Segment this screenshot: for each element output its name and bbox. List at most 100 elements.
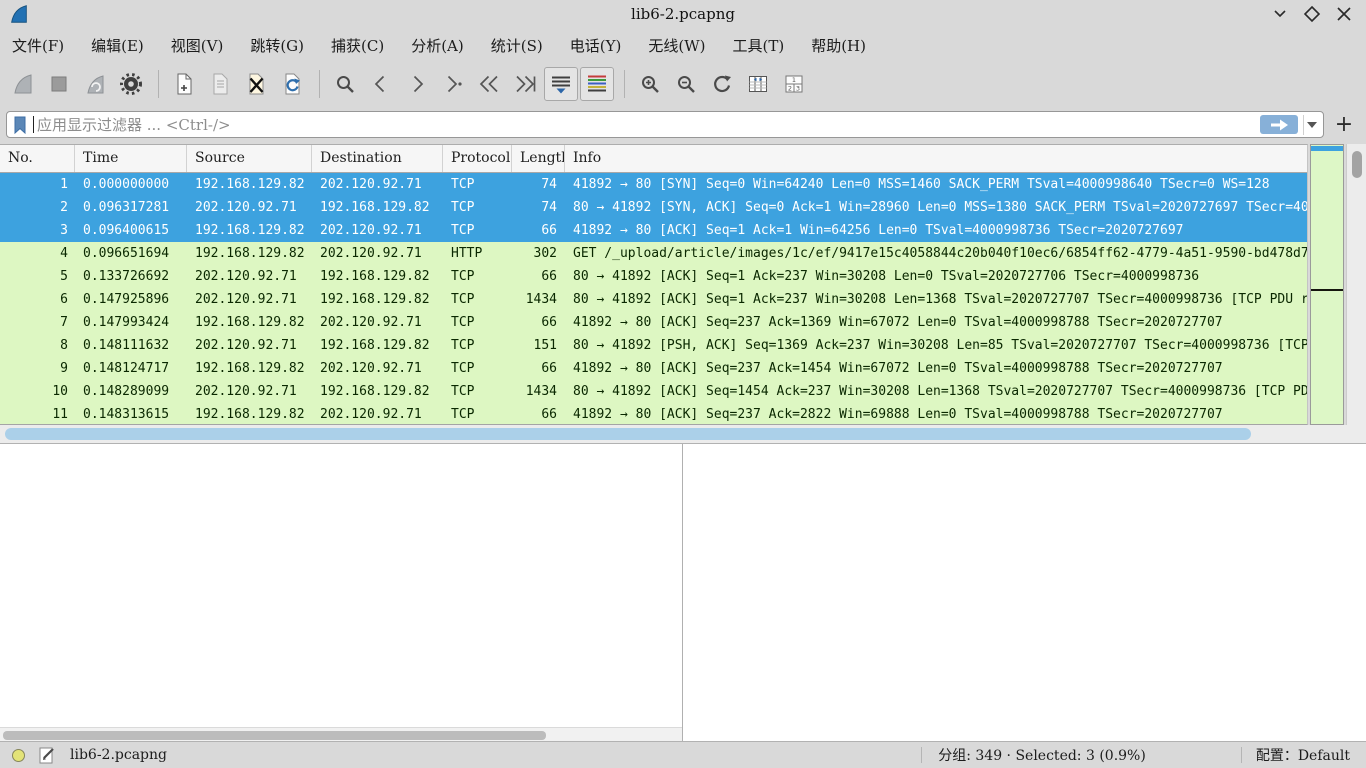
packet-row-2[interactable]: 20.096317281202.120.92.71192.168.129.82T… — [0, 196, 1307, 219]
column-header-proto[interactable]: Protocol — [443, 145, 512, 172]
display-filter-box[interactable] — [6, 111, 1324, 138]
menu-view[interactable]: 视图(V) — [171, 35, 224, 56]
stop-square-icon — [47, 72, 71, 96]
cell-dst: 202.120.92.71 — [312, 403, 443, 425]
add-filter-button[interactable]: + — [1330, 112, 1358, 138]
cell-src: 192.168.129.82 — [187, 219, 312, 242]
cell-proto: TCP — [443, 311, 512, 334]
horizontal-scrollbar[interactable] — [0, 425, 1366, 443]
packet-bytes-pane[interactable] — [684, 444, 1366, 742]
details-horizontal-scrollbar-thumb[interactable] — [3, 731, 546, 740]
minimize-button[interactable] — [1264, 1, 1296, 27]
intelligent-scrollbar-minimap[interactable] — [1310, 144, 1344, 425]
packet-row-7[interactable]: 70.147993424192.168.129.82202.120.92.71T… — [0, 311, 1307, 334]
maximize-button[interactable] — [1296, 1, 1328, 27]
colorize-button[interactable] — [580, 67, 614, 101]
zoom-in-button[interactable] — [633, 67, 667, 101]
packet-row-3[interactable]: 30.096400615192.168.129.82202.120.92.71T… — [0, 219, 1307, 242]
packet-list: No.TimeSourceDestinationProtocolLengthIn… — [0, 144, 1308, 425]
column-header-no[interactable]: No. — [0, 145, 75, 172]
cell-proto: TCP — [443, 219, 512, 242]
zoom-out-button[interactable] — [669, 67, 703, 101]
bookmark-icon[interactable] — [11, 115, 29, 135]
filter-dropdown-button[interactable] — [1303, 115, 1319, 135]
packet-row-1[interactable]: 10.000000000192.168.129.82202.120.92.71T… — [0, 173, 1307, 196]
column-header-dst[interactable]: Destination — [312, 145, 443, 172]
cell-len: 1434 — [512, 380, 565, 403]
details-horizontal-scrollbar[interactable] — [0, 727, 682, 742]
column-header-len[interactable]: Length — [512, 145, 565, 172]
cell-proto: TCP — [443, 380, 512, 403]
close-button[interactable] — [1328, 1, 1360, 27]
capture-options-button[interactable] — [114, 67, 148, 101]
start-capture-button[interactable] — [6, 67, 40, 101]
packet-row-6[interactable]: 60.147925896202.120.92.71192.168.129.82T… — [0, 288, 1307, 311]
reset-rotate-icon — [710, 72, 734, 96]
column-header-time[interactable]: Time — [75, 145, 187, 172]
restart-capture-button[interactable] — [78, 67, 112, 101]
packet-row-8[interactable]: 80.148111632202.120.92.71192.168.129.82T… — [0, 334, 1307, 357]
zoom-reset-button[interactable] — [705, 67, 739, 101]
status-profile[interactable]: 配置：Default — [1256, 745, 1350, 765]
menu-file[interactable]: 文件(F) — [12, 35, 64, 56]
cell-no: 6 — [0, 288, 75, 311]
go-first-button[interactable] — [472, 67, 506, 101]
menu-statistics[interactable]: 统计(S) — [491, 35, 543, 56]
display-filter-input[interactable] — [37, 114, 1260, 136]
vertical-scrollbar-thumb[interactable] — [1352, 151, 1362, 178]
menu-analyze[interactable]: 分析(A) — [411, 35, 464, 56]
expert-info-icon[interactable] — [12, 749, 25, 762]
menu-bar: 文件(F) 编辑(E) 视图(V) 跳转(G) 捕获(C) 分析(A) 统计(S) 电话(Y)… — [0, 28, 1366, 62]
menu-edit[interactable]: 编辑(E) — [91, 35, 144, 56]
chevron-left-icon — [369, 72, 393, 96]
reload-file-button[interactable] — [275, 67, 309, 101]
cell-info: 80 → 41892 [PSH, ACK] Seq=1369 Ack=237 W… — [565, 334, 1307, 357]
packet-row-11[interactable]: 110.148313615192.168.129.82202.120.92.71… — [0, 403, 1307, 425]
open-file-button[interactable] — [167, 67, 201, 101]
menu-tools[interactable]: 工具(T) — [732, 35, 784, 56]
status-separator — [1241, 747, 1242, 763]
packet-row-4[interactable]: 40.096651694192.168.129.82202.120.92.71H… — [0, 242, 1307, 265]
packet-row-5[interactable]: 50.133726692202.120.92.71192.168.129.82T… — [0, 265, 1307, 288]
menu-telephony[interactable]: 电话(Y) — [570, 35, 622, 56]
go-last-button[interactable] — [508, 67, 542, 101]
reload-document-icon — [280, 72, 304, 96]
caret-down-icon — [1307, 122, 1317, 128]
apply-filter-button[interactable] — [1260, 115, 1298, 134]
column-header-info[interactable]: Info — [565, 145, 1307, 172]
stop-capture-button[interactable] — [42, 67, 76, 101]
menu-capture[interactable]: 捕获(C) — [331, 35, 384, 56]
status-packet-count: 分组: 349 · Selected: 3 (0.9%) — [938, 745, 1146, 765]
colorize-lines-icon — [585, 72, 609, 96]
packet-details-pane[interactable] — [0, 444, 683, 742]
svg-text:3: 3 — [796, 84, 800, 92]
layout-button[interactable]: 123 — [777, 67, 811, 101]
cell-info: 80 → 41892 [SYN, ACK] Seq=0 Ack=1 Win=28… — [565, 196, 1307, 219]
cell-src: 192.168.129.82 — [187, 403, 312, 425]
status-filename[interactable]: lib6-2.pcapng — [70, 747, 167, 763]
capture-comment-icon[interactable] — [39, 746, 56, 764]
cell-info: 80 → 41892 [ACK] Seq=1454 Ack=237 Win=30… — [565, 380, 1307, 403]
go-to-packet-button[interactable] — [436, 67, 470, 101]
menu-wireless[interactable]: 无线(W) — [648, 35, 705, 56]
packet-row-10[interactable]: 100.148289099202.120.92.71192.168.129.82… — [0, 380, 1307, 403]
resize-columns-button[interactable] — [741, 67, 775, 101]
save-file-button[interactable] — [203, 67, 237, 101]
find-packet-button[interactable] — [328, 67, 362, 101]
minimap-marker-line — [1311, 289, 1343, 291]
cell-dst: 192.168.129.82 — [312, 265, 443, 288]
svg-text:1: 1 — [792, 76, 796, 84]
cell-no: 4 — [0, 242, 75, 265]
cell-info: 41892 → 80 [ACK] Seq=1 Ack=1 Win=64256 L… — [565, 219, 1307, 242]
vertical-scrollbar[interactable] — [1346, 144, 1366, 425]
horizontal-scrollbar-thumb[interactable] — [5, 428, 1251, 440]
go-back-button[interactable] — [364, 67, 398, 101]
go-forward-button[interactable] — [400, 67, 434, 101]
toolbar-separator — [158, 70, 159, 98]
auto-scroll-button[interactable] — [544, 67, 578, 101]
menu-help[interactable]: 帮助(H) — [811, 35, 866, 56]
menu-go[interactable]: 跳转(G) — [250, 35, 304, 56]
column-header-src[interactable]: Source — [187, 145, 312, 172]
close-file-button[interactable] — [239, 67, 273, 101]
packet-row-9[interactable]: 90.148124717192.168.129.82202.120.92.71T… — [0, 357, 1307, 380]
